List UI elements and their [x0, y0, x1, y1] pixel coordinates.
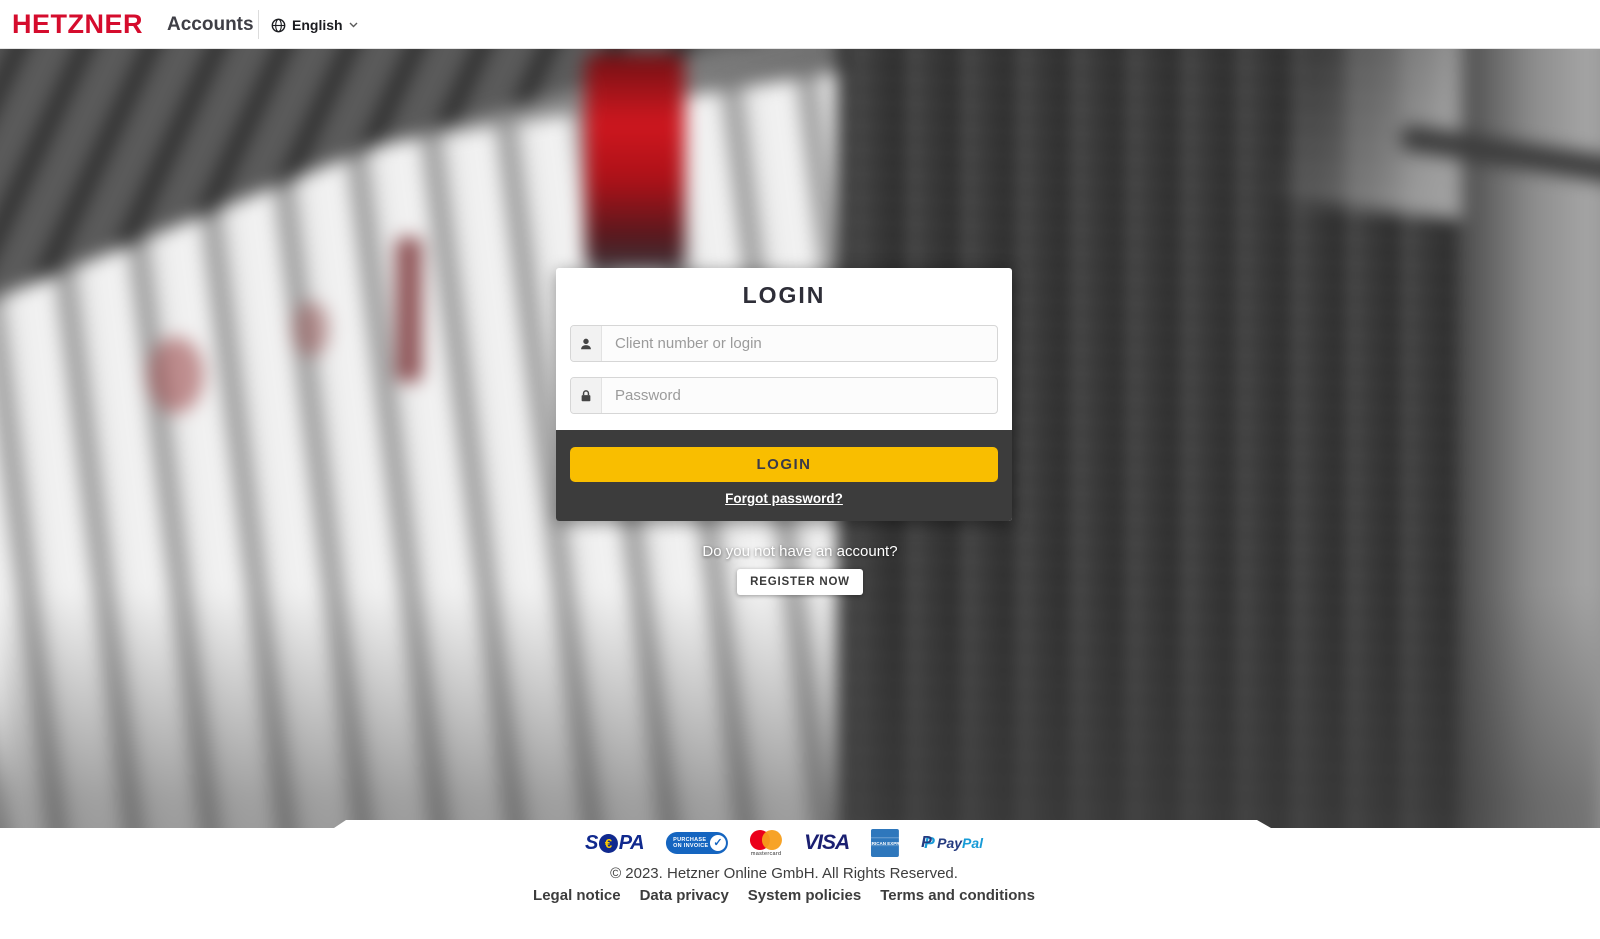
hetzner-logo[interactable]: HETZNER [12, 9, 143, 40]
copyright-text: © 2023. Hetzner Online GmbH. All Rights … [610, 865, 958, 882]
register-now-button[interactable]: REGISTER NOW [737, 569, 863, 595]
legal-notice-link[interactable]: Legal notice [533, 887, 621, 904]
payment-methods-row: S € PA PURCHASE ON INVOICE ✓ mastercard … [585, 827, 983, 859]
data-privacy-link[interactable]: Data privacy [640, 887, 729, 904]
paypal-monogram: P P [921, 834, 935, 852]
sepa-euro-icon: € [599, 834, 618, 853]
paypal-word-pal: Pal [962, 835, 983, 851]
sepa-icon: S € PA [585, 832, 644, 855]
bg-red-glow [148, 337, 204, 413]
purchase-on-invoice-icon: PURCHASE ON INVOICE ✓ [666, 832, 728, 854]
login-title: LOGIN [556, 282, 1012, 309]
sepa-pa: PA [619, 832, 644, 855]
paypal-icon: P P Pay Pal [921, 834, 983, 852]
user-icon [571, 326, 602, 361]
american-express-icon: AMERICAN EXPRESS [871, 829, 899, 857]
header-divider [258, 10, 259, 39]
sepa-s: S [585, 832, 598, 855]
password-input[interactable] [603, 378, 998, 413]
username-field [570, 325, 998, 362]
chevron-down-icon [349, 22, 358, 28]
paypal-word-pay: Pay [937, 835, 962, 851]
login-card-dark-panel: LOGIN Forgot password? [556, 430, 1012, 521]
bg-red-light [585, 53, 685, 271]
login-card: LOGIN LOGIN Forgot password? [556, 268, 1012, 521]
language-label: English [292, 17, 343, 33]
bg-red-glow [293, 302, 329, 356]
mastercard-yellow-circle [762, 830, 782, 850]
globe-icon [271, 18, 286, 33]
mastercard-circles [750, 830, 782, 850]
footer-links: Legal notice Data privacy System policie… [533, 887, 1035, 904]
terms-and-conditions-link[interactable]: Terms and conditions [880, 887, 1035, 904]
login-button[interactable]: LOGIN [570, 447, 998, 482]
forgot-password-link[interactable]: Forgot password? [725, 491, 843, 506]
bg-red-strip [396, 237, 422, 382]
mastercard-label: mastercard [751, 851, 782, 857]
language-selector[interactable]: English [271, 13, 358, 37]
lock-icon [571, 378, 602, 413]
forgot-password-row: Forgot password? [556, 490, 1012, 508]
app-title: Accounts [167, 14, 254, 36]
register-prompt: Do you not have an account? [0, 543, 1600, 560]
visa-icon: VISA [804, 831, 849, 855]
username-input[interactable] [603, 326, 998, 361]
mastercard-icon: mastercard [750, 830, 782, 857]
top-bar: HETZNER Accounts English [0, 0, 1600, 49]
register-section: Do you not have an account? REGISTER NOW [0, 543, 1600, 595]
system-policies-link[interactable]: System policies [748, 887, 861, 904]
password-field [570, 377, 998, 414]
